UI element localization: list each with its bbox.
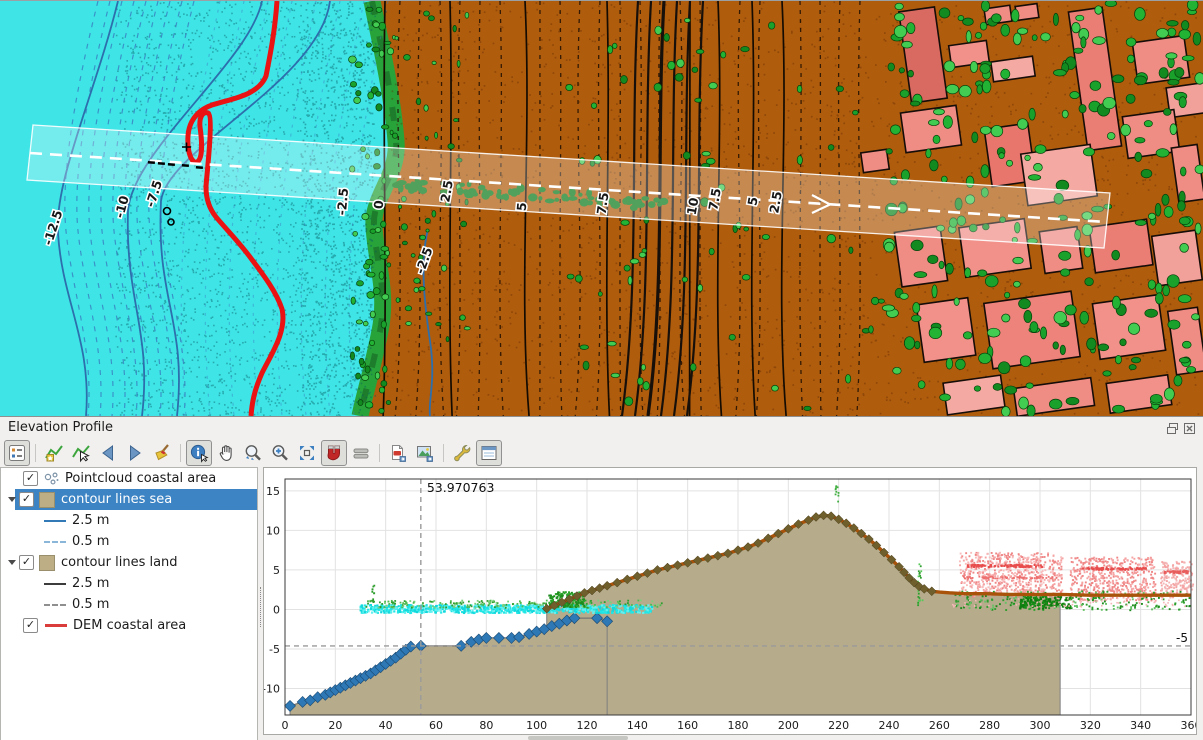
zoom-full-button[interactable] [294, 440, 320, 466]
line-symbol [44, 520, 66, 522]
pointcloud-buildings-a [959, 552, 1064, 598]
chart-render: 53.970763-502040608010012014016018020022… [264, 468, 1196, 734]
layer-checkbox[interactable] [23, 471, 38, 486]
export-image-button[interactable] [412, 440, 438, 466]
pointcloud-buildings-a-roofline [967, 564, 1043, 568]
clear-button[interactable] [149, 440, 175, 466]
toolbar-separator [35, 444, 36, 462]
layer-label: contour lines land [61, 555, 178, 570]
pointcloud-green-spike [371, 585, 375, 603]
float-icon[interactable] [1166, 422, 1179, 435]
map-canvas[interactable]: -12.5-10-7.5-2.502.5-2.557.5107.552.5 [0, 0, 1203, 416]
legend-label: 0.5 m [72, 597, 109, 612]
toolbar-separator [379, 444, 380, 462]
map-render: -12.5-10-7.5-2.502.5-2.557.5107.552.5 [0, 1, 1203, 416]
layer-checkbox[interactable] [19, 492, 34, 507]
layer-tree: Pointcloud coastal area contour lines se… [0, 467, 258, 740]
layer-checkbox[interactable] [19, 555, 34, 570]
elevation-profile-panel: Elevation Profile [0, 416, 1203, 740]
layer-row-contour-land[interactable]: contour lines land [1, 552, 257, 573]
export-pdf-button[interactable] [385, 440, 411, 466]
layer-row-pointcloud[interactable]: Pointcloud coastal area [1, 468, 257, 489]
line-symbol [44, 604, 66, 606]
identify-features-button[interactable] [186, 440, 212, 466]
legend-row-sea-25[interactable]: 2.5 m [1, 510, 257, 531]
options-wrench-button[interactable] [449, 440, 475, 466]
elevation-profile-chart[interactable]: 53.970763-502040608010012014016018020022… [263, 467, 1197, 735]
panel-titlebar: Elevation Profile [0, 418, 1203, 438]
toolbar-separator [180, 444, 181, 462]
line-symbol [45, 624, 67, 627]
panel-title: Elevation Profile [8, 420, 113, 435]
chevron-down-icon[interactable] [8, 560, 16, 565]
layer-tree-toggle-button[interactable] [4, 440, 30, 466]
legend-label: 2.5 m [72, 513, 109, 528]
capture-curve-button[interactable] [41, 440, 67, 466]
nudge-right-button[interactable] [122, 440, 148, 466]
legend-label: 2.5 m [72, 576, 109, 591]
pan-button[interactable] [213, 440, 239, 466]
layer-row-dem[interactable]: DEM coastal area [1, 615, 257, 636]
nudge-left-button[interactable] [95, 440, 121, 466]
legend-row-land-05[interactable]: 0.5 m [1, 594, 257, 615]
layer-label: contour lines sea [61, 492, 172, 507]
zoom-in-button[interactable] [267, 440, 293, 466]
legend-row-land-25[interactable]: 2.5 m [1, 573, 257, 594]
legend-label: 0.5 m [72, 534, 109, 549]
close-icon[interactable] [1183, 422, 1196, 435]
dock-panel-button[interactable] [476, 440, 502, 466]
qgis-window: -12.5-10-7.5-2.502.5-2.557.5107.552.5 El… [0, 0, 1203, 740]
layer-color-swatch [39, 492, 55, 508]
layer-checkbox[interactable] [23, 618, 38, 633]
horizontal-scrollbar[interactable] [528, 736, 628, 740]
measure-button[interactable] [348, 440, 374, 466]
line-symbol [44, 541, 66, 543]
pointcloud-icon [43, 471, 61, 487]
layer-label: DEM coastal area [73, 618, 186, 633]
chevron-down-icon[interactable] [8, 497, 16, 502]
toolbar-separator [443, 444, 444, 462]
layer-label: Pointcloud coastal area [65, 471, 216, 486]
layer-row-contour-sea[interactable]: contour lines sea [1, 489, 257, 510]
legend-row-sea-05[interactable]: 0.5 m [1, 531, 257, 552]
snapping-magnet-button[interactable] [321, 440, 347, 466]
layer-color-swatch [39, 555, 55, 571]
line-symbol [44, 583, 66, 585]
pointcloud-buildings-c [1160, 561, 1194, 599]
capture-curve-from-feature-button[interactable] [68, 440, 94, 466]
panel-toolbar [4, 438, 502, 467]
zoom-out-button[interactable] [240, 440, 266, 466]
